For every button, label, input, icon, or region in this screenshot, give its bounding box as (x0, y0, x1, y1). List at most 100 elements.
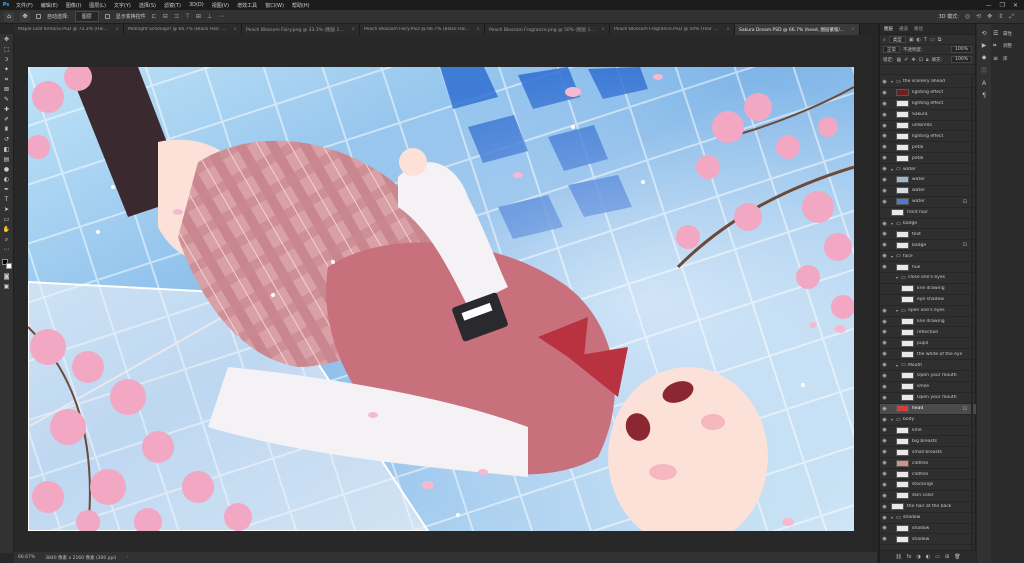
layer-group-row[interactable]: ◉ ▾ ▭ water (880, 164, 976, 176)
layer-group-row[interactable]: ◉ ▾ ▭ badge (880, 219, 976, 230)
panel-tab[interactable]: 路径 (914, 26, 923, 32)
visibility-eye-icon[interactable]: ◉ (880, 449, 889, 455)
layer-row[interactable]: ◉ Open your mouth (880, 393, 976, 404)
menu-item[interactable]: 3D(D) (185, 2, 208, 9)
move-tool-icon[interactable]: ✥ (20, 11, 30, 22)
filter-shape-icon[interactable]: ▭ (930, 37, 935, 43)
layer-thumbnail[interactable] (896, 405, 909, 413)
auto-select-checkbox[interactable] (36, 14, 41, 19)
lock-all-icon[interactable]: 🔒︎ (926, 57, 929, 63)
blend-mode-dropdown[interactable]: 正常 (883, 46, 900, 53)
layer-row[interactable]: ◉ lighting effect (880, 88, 976, 99)
show-transform-checkbox[interactable] (104, 14, 110, 19)
visibility-eye-icon[interactable]: ◉ (880, 242, 889, 248)
color-swatches[interactable] (1, 259, 12, 271)
layer-thumbnail[interactable] (896, 470, 909, 478)
layer-row[interactable]: ◉ text (880, 229, 976, 241)
close-tab-icon[interactable]: × (726, 27, 730, 32)
visibility-eye-icon[interactable]: ◉ (880, 504, 889, 510)
close-tab-icon[interactable]: × (351, 27, 355, 32)
layer-thumbnail[interactable] (896, 230, 909, 238)
visibility-eye-icon[interactable]: ◉ (880, 133, 889, 139)
layer-thumbnail[interactable] (896, 524, 909, 532)
layer-row[interactable]: ◉ Open your mouth (880, 371, 976, 382)
layer-row[interactable]: ◉ small breasts (880, 447, 976, 459)
close-tab-icon[interactable]: × (476, 27, 480, 32)
layer-row[interactable]: ◉ head ⊡ (880, 403, 976, 415)
filter-smart-icon[interactable]: ⧉ (938, 37, 942, 43)
more-tools-icon[interactable]: ⋯ (2, 246, 12, 254)
panel-tab[interactable]: 图层 (884, 26, 893, 32)
magic-wand-tool-icon[interactable]: ✦ (2, 66, 12, 74)
layer-row[interactable]: ◉ lighting effect (880, 131, 976, 143)
layer-thumbnail[interactable] (896, 198, 909, 206)
align-bottom-icon[interactable]: ⊥ (207, 13, 212, 20)
layer-row[interactable]: ◉ petal (880, 153, 976, 165)
visibility-eye-icon[interactable]: ◉ (880, 395, 889, 401)
layer-row[interactable]: ◉ reflection (880, 327, 976, 339)
layer-row[interactable]: ◉ smile (880, 382, 976, 393)
menu-item[interactable]: 文件(F) (12, 2, 37, 9)
side-panel-button[interactable]: ⌗ 调整 (993, 42, 1012, 50)
info-icon[interactable]: ⓘ (981, 66, 987, 75)
delete-layer-icon[interactable]: 🗑︎ (954, 554, 960, 560)
visibility-eye-icon[interactable]: ◉ (880, 438, 889, 444)
visibility-eye-icon[interactable]: ◉ (880, 319, 889, 325)
filter-type-icon[interactable]: T (924, 37, 927, 43)
layer-row[interactable]: ◉ umbrella (880, 121, 976, 132)
move-tool-icon[interactable]: ✥ (2, 36, 12, 44)
layer-thumbnail[interactable] (896, 89, 909, 97)
visibility-eye-icon[interactable]: ◉ (880, 351, 889, 357)
document-tab[interactable]: Peach Blossom Fairy.PSD @ 66.7% (Black H… (360, 24, 485, 35)
layer-thumbnail[interactable] (896, 122, 909, 129)
layer-thumbnail[interactable] (896, 143, 909, 151)
shape-tool-icon[interactable]: ▭ (2, 216, 12, 224)
vertical-scrollbar[interactable] (872, 35, 877, 552)
layer-thumbnail[interactable] (896, 459, 909, 467)
visibility-eye-icon[interactable]: ◉ (880, 231, 889, 237)
close-tab-icon[interactable]: × (115, 27, 119, 32)
layer-row[interactable]: ◉ eye shadow (880, 295, 976, 306)
layer-thumbnail[interactable] (896, 535, 909, 543)
align-middle-icon[interactable]: ⊞ (196, 13, 201, 20)
history-brush-tool-icon[interactable]: ↺ (2, 136, 12, 144)
align-center-icon[interactable]: ⊟ (163, 13, 168, 20)
frame-tool-icon[interactable]: ⊠ (2, 86, 12, 94)
visibility-eye-icon[interactable]: ◉ (880, 427, 889, 433)
menu-item[interactable]: 图像(I) (62, 2, 85, 9)
layer-thumbnail[interactable] (901, 296, 914, 304)
lock-transparent-icon[interactable]: ▦ (897, 57, 902, 63)
layer-thumbnail[interactable] (901, 350, 914, 358)
layer-row[interactable]: ◉ shadow (880, 534, 976, 546)
screen-mode-icon[interactable]: ▣ (2, 283, 12, 291)
layer-thumbnail[interactable] (896, 481, 909, 489)
align-top-icon[interactable]: ⊤ (185, 13, 190, 20)
layer-row[interactable]: ◉ Sakura (880, 110, 976, 121)
visibility-eye-icon[interactable]: ◉ (880, 493, 889, 499)
document-tab[interactable]: Peach Blossom Fragrance.png @ 50% (图层 1,… (485, 24, 610, 35)
layer-row[interactable]: ◉ badge ⊡ (880, 240, 976, 252)
visibility-eye-icon[interactable]: ◉ (880, 340, 889, 346)
character-icon[interactable]: A (982, 80, 986, 87)
visibility-eye-icon[interactable]: ◉ (880, 101, 889, 107)
hand-tool-icon[interactable]: ✋ (2, 226, 12, 234)
layer-thumbnail[interactable] (896, 263, 909, 271)
visibility-eye-icon[interactable]: ◉ (880, 406, 889, 412)
filter-adjust-icon[interactable]: ◐ (917, 37, 921, 43)
visibility-eye-icon[interactable]: ◉ (880, 384, 889, 390)
zoom-tool-icon[interactable]: ⌕ (2, 236, 12, 244)
align-right-icon[interactable]: ⊐ (174, 13, 179, 20)
layer-group-row[interactable]: ◉ ▾ ▭ open one's eyes (880, 306, 976, 317)
align-left-icon[interactable]: ⊏ (152, 13, 157, 20)
document-tab[interactable]: Peach Blossom Fragrance.PSD @ 50% (Hair … (610, 24, 735, 35)
crop-tool-icon[interactable]: ⌗ (2, 76, 12, 84)
lock-position-icon[interactable]: ✥ (911, 57, 915, 63)
layer-thumbnail[interactable] (896, 111, 909, 119)
layer-thumbnail[interactable] (896, 426, 909, 434)
visibility-eye-icon[interactable]: ◉ (880, 515, 889, 521)
layer-row[interactable]: ◉ water ⊡ (880, 197, 976, 208)
new-layer-icon[interactable]: ⊞ (945, 554, 949, 560)
layer-thumbnail[interactable] (896, 187, 909, 195)
minimize-button[interactable]: — (986, 2, 992, 9)
artwork-canvas[interactable] (28, 67, 854, 531)
